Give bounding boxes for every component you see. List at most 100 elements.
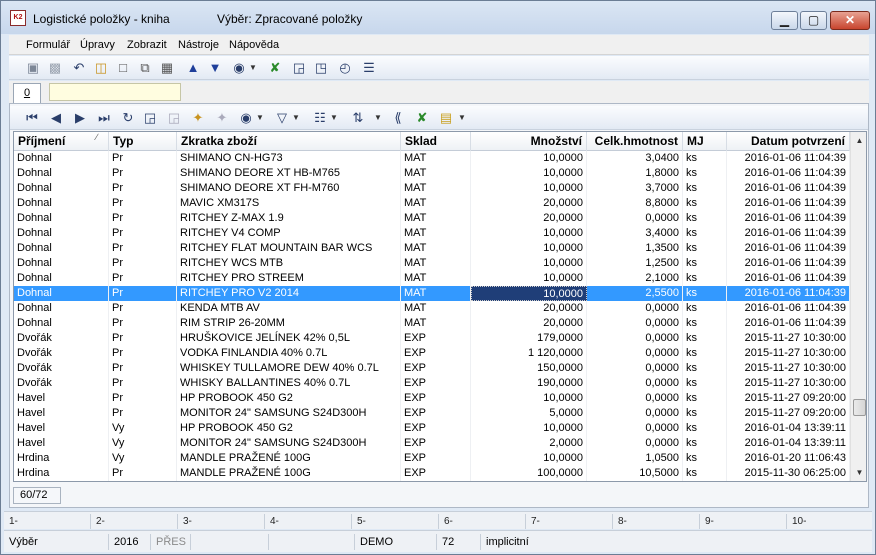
camera-icon[interactable]: ◉ <box>231 60 247 76</box>
table-row[interactable]: Dohnal Pr RITCHEY Z-MAX 1.9 MAT 20,0000 0,000… <box>14 211 850 226</box>
filter-dropdown-icon[interactable]: ▼ <box>292 112 300 124</box>
table-row[interactable]: Dohnal Pr SHIMANO DEORE XT HB-M765 MAT 10,00… <box>14 166 850 181</box>
table-row[interactable]: Dvořák Pr WHISKEY TULLAMORE DEW 40% 0.7L EX… <box>14 361 850 376</box>
fkey-1[interactable]: 1- <box>4 514 91 529</box>
filter-input[interactable] <box>49 83 181 101</box>
table-row[interactable]: Havel Pr HP PROBOOK 450 G2 EXP 10,0000 0,0000… <box>14 391 850 406</box>
table-row[interactable]: Dohnal Pr MAVIC XM317S MAT 20,0000 8,8000 ks 20… <box>14 196 850 211</box>
group-icon[interactable]: ⟪ <box>390 110 406 126</box>
table-row[interactable]: Dohnal Pr RIM STRIP 26-20MM MAT 20,0000 0,000… <box>14 316 850 331</box>
columns-icon[interactable]: ☷ <box>312 110 328 126</box>
save-all-icon[interactable]: ▩ <box>47 60 63 76</box>
arrow-up-icon[interactable]: ▲ <box>185 60 201 76</box>
cell-datum: 2016-01-06 11:04:39 <box>727 286 850 301</box>
book-icon[interactable]: ▦ <box>159 60 175 76</box>
table-row[interactable]: Dvořák Pr VODKA FINLANDIA 40% 0.7L EXP 1 120… <box>14 346 850 361</box>
cell-sklad: MAT <box>401 316 471 331</box>
table-row[interactable]: Hrdina Vy MANDLE PRAŽENÉ 100G EXP 10,0000 1,0… <box>14 451 850 466</box>
next-record-icon[interactable]: ▶ <box>72 110 88 126</box>
prev-record-icon[interactable]: ◀ <box>48 110 64 126</box>
col-hmotnost[interactable]: Celk.hmotnost <box>587 132 683 151</box>
table-row[interactable]: Dohnal Pr RITCHEY FLAT MOUNTAIN BAR WCS MAT… <box>14 241 850 256</box>
cell-hmotnost: 1,2500 <box>587 256 683 271</box>
binoculars-prev-icon[interactable]: ◴ <box>337 60 353 76</box>
fkey-2[interactable]: 2- <box>91 514 178 529</box>
table-row[interactable]: Dohnal Pr SHIMANO DEORE XT FH-M760 MAT 10,00… <box>14 181 850 196</box>
search-disabled-icon[interactable]: ◲ <box>166 110 182 126</box>
fkey-7[interactable]: 7- <box>526 514 613 529</box>
fkey-5[interactable]: 5- <box>352 514 439 529</box>
new-record-icon[interactable]: ✦ <box>190 110 206 126</box>
menu-zobrazit[interactable]: Zobrazit <box>127 39 167 51</box>
col-mnozstvi[interactable]: Množství <box>471 132 587 151</box>
cell-hmotnost: 1,8000 <box>587 166 683 181</box>
table-row[interactable]: Havel Pr MONITOR 24" SAMSUNG S24D300H EXP 5,… <box>14 406 850 421</box>
col-mj[interactable]: MJ <box>683 132 727 151</box>
table-row[interactable]: Havel Vy HP PROBOOK 450 G2 EXP 10,0000 0,0000… <box>14 421 850 436</box>
report-dropdown-icon[interactable]: ▼ <box>458 112 466 124</box>
refresh-icon[interactable]: ↻ <box>120 110 136 126</box>
binoculars-icon[interactable]: ◲ <box>291 60 307 76</box>
menu-icon[interactable]: ☰ <box>361 60 377 76</box>
table-row[interactable]: Dohnal Pr RITCHEY PRO STREEM MAT 10,0000 2,10… <box>14 271 850 286</box>
table-row[interactable]: Dvořák Pr WHISKY BALLANTINES 40% 0.7L EXP 19… <box>14 376 850 391</box>
table-row[interactable]: Dohnal Pr SHIMANO CN-HG73 MAT 10,0000 3,0400 k… <box>14 151 850 166</box>
table-row[interactable]: Dvořák Pr HRUŠKOVICE JELÍNEK 42% 0,5L EXP 17… <box>14 331 850 346</box>
arrow-down-icon[interactable]: ▼ <box>207 60 223 76</box>
edit-record-icon[interactable]: ✦ <box>214 110 230 126</box>
menu-napoveda[interactable]: Nápověda <box>229 39 279 51</box>
excel-icon[interactable]: ✘ <box>267 60 283 76</box>
col-zkratka[interactable]: Zkratka zboží <box>177 132 401 151</box>
new-document-icon[interactable]: □ <box>115 60 131 76</box>
report-icon[interactable]: ▤ <box>438 110 454 126</box>
minimize-button[interactable]: ▁ <box>771 11 798 30</box>
col-typ[interactable]: Typ <box>109 132 177 151</box>
close-button[interactable]: ✕ <box>830 11 870 30</box>
camera-dropdown-icon-2[interactable]: ▼ <box>256 112 264 124</box>
scroll-down-icon[interactable]: ▼ <box>851 464 866 481</box>
fkey-6[interactable]: 6- <box>439 514 526 529</box>
sort-icon[interactable]: ⇅ <box>350 110 366 126</box>
menu-upravy[interactable]: Úpravy <box>80 39 115 51</box>
sort-dropdown-icon[interactable]: ▼ <box>374 112 382 124</box>
fkey-10[interactable]: 10- <box>787 514 871 529</box>
table-row[interactable]: Havel Vy MONITOR 24" SAMSUNG S24D300H EXP 2,… <box>14 436 850 451</box>
save-icon[interactable]: ▣ <box>25 60 41 76</box>
filter-icon[interactable]: ▽ <box>274 110 290 126</box>
copy-icon[interactable]: ⧉ <box>137 60 153 76</box>
binoculars-next-icon[interactable]: ◳ <box>313 60 329 76</box>
tab-0[interactable]: 0 <box>13 83 41 103</box>
cell-mj: ks <box>683 436 727 451</box>
table-row[interactable]: Dohnal Pr RITCHEY WCS MTB MAT 10,0000 1,2500 k… <box>14 256 850 271</box>
title-bar[interactable]: K2 Logistické položky - kniha Výběr: Zpr… <box>1 1 875 34</box>
menu-nastroje[interactable]: Nástroje <box>178 39 219 51</box>
last-record-icon[interactable]: ⏭ <box>96 110 112 126</box>
table-row[interactable]: Dohnal Pr KENDA MTB AV MAT 20,0000 0,0000 ks 20… <box>14 301 850 316</box>
maximize-button[interactable]: ▢ <box>800 11 827 30</box>
fkey-3[interactable]: 3- <box>178 514 265 529</box>
undo-icon[interactable]: ↶ <box>71 60 87 76</box>
vertical-scrollbar[interactable]: ▲ ▼ <box>850 132 866 481</box>
export-excel-icon[interactable]: ✘ <box>414 110 430 126</box>
cell-typ: Pr <box>109 166 177 181</box>
first-record-icon[interactable]: ⏮ <box>24 110 40 126</box>
fkey-8[interactable]: 8- <box>613 514 700 529</box>
fkey-4[interactable]: 4- <box>265 514 352 529</box>
fkey-9[interactable]: 9- <box>700 514 787 529</box>
menu-formular[interactable]: Formulář <box>26 39 70 51</box>
columns-dropdown-icon[interactable]: ▼ <box>330 112 338 124</box>
cell-hmotnost: 1,3500 <box>587 241 683 256</box>
status-mode: Výběr <box>4 534 109 550</box>
col-sklad[interactable]: Sklad <box>401 132 471 151</box>
open-folder-icon[interactable]: ◫ <box>93 60 109 76</box>
scroll-up-icon[interactable]: ▲ <box>851 132 866 149</box>
scroll-thumb[interactable] <box>853 399 866 416</box>
col-prijmeni[interactable]: Příjmení <box>14 132 109 151</box>
table-row[interactable]: Dohnal Pr RITCHEY PRO V2 2014 MAT 10,0000 2,5… <box>14 286 850 301</box>
camera-dropdown-icon[interactable]: ▼ <box>249 62 257 74</box>
search-icon[interactable]: ◲ <box>142 110 158 126</box>
table-row[interactable]: Dohnal Pr RITCHEY V4 COMP MAT 10,0000 3,4000 k… <box>14 226 850 241</box>
table-row[interactable]: Hrdina Pr MANDLE PRAŽENÉ 100G EXP 100,0000 10… <box>14 466 850 481</box>
camera-icon-2[interactable]: ◉ <box>238 110 254 126</box>
col-datum[interactable]: Datum potvrzení <box>727 132 850 151</box>
